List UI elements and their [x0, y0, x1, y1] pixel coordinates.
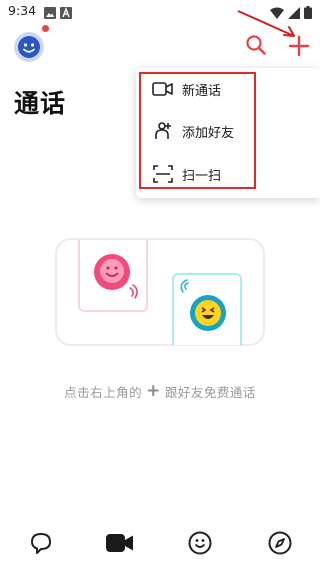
hint-text-after: 跟好友免费通话: [164, 385, 256, 400]
tab-video[interactable]: [105, 530, 135, 556]
a-badge-icon: [60, 4, 72, 23]
tab-chat[interactable]: [28, 530, 54, 556]
notification-dot: [42, 25, 49, 32]
empty-state-hint: 点击右上角的 + 跟好友免费通话: [0, 382, 320, 401]
menu-highlight-box: [139, 72, 256, 189]
battery-icon: [304, 4, 312, 23]
smiley-icon: [188, 531, 212, 555]
cyan-contact-card: [172, 273, 242, 345]
page-title: 通话: [14, 89, 67, 118]
hint-plus-symbol: +: [146, 381, 161, 401]
compass-icon: [268, 531, 292, 555]
pink-contact-card: [78, 240, 148, 312]
tab-bar: [0, 520, 320, 568]
hint-text-before: 点击右上角的: [64, 385, 143, 400]
avatar[interactable]: [14, 32, 44, 62]
chat-bubble-icon: [31, 533, 51, 554]
tab-discover[interactable]: [267, 530, 293, 556]
image-icon: [44, 4, 56, 23]
tab-moments[interactable]: [187, 530, 213, 556]
annotation-arrow-icon: [237, 10, 295, 37]
status-time: 9:34: [8, 3, 37, 18]
smiley-avatar-icon: [14, 32, 44, 62]
video-icon: [106, 534, 133, 552]
